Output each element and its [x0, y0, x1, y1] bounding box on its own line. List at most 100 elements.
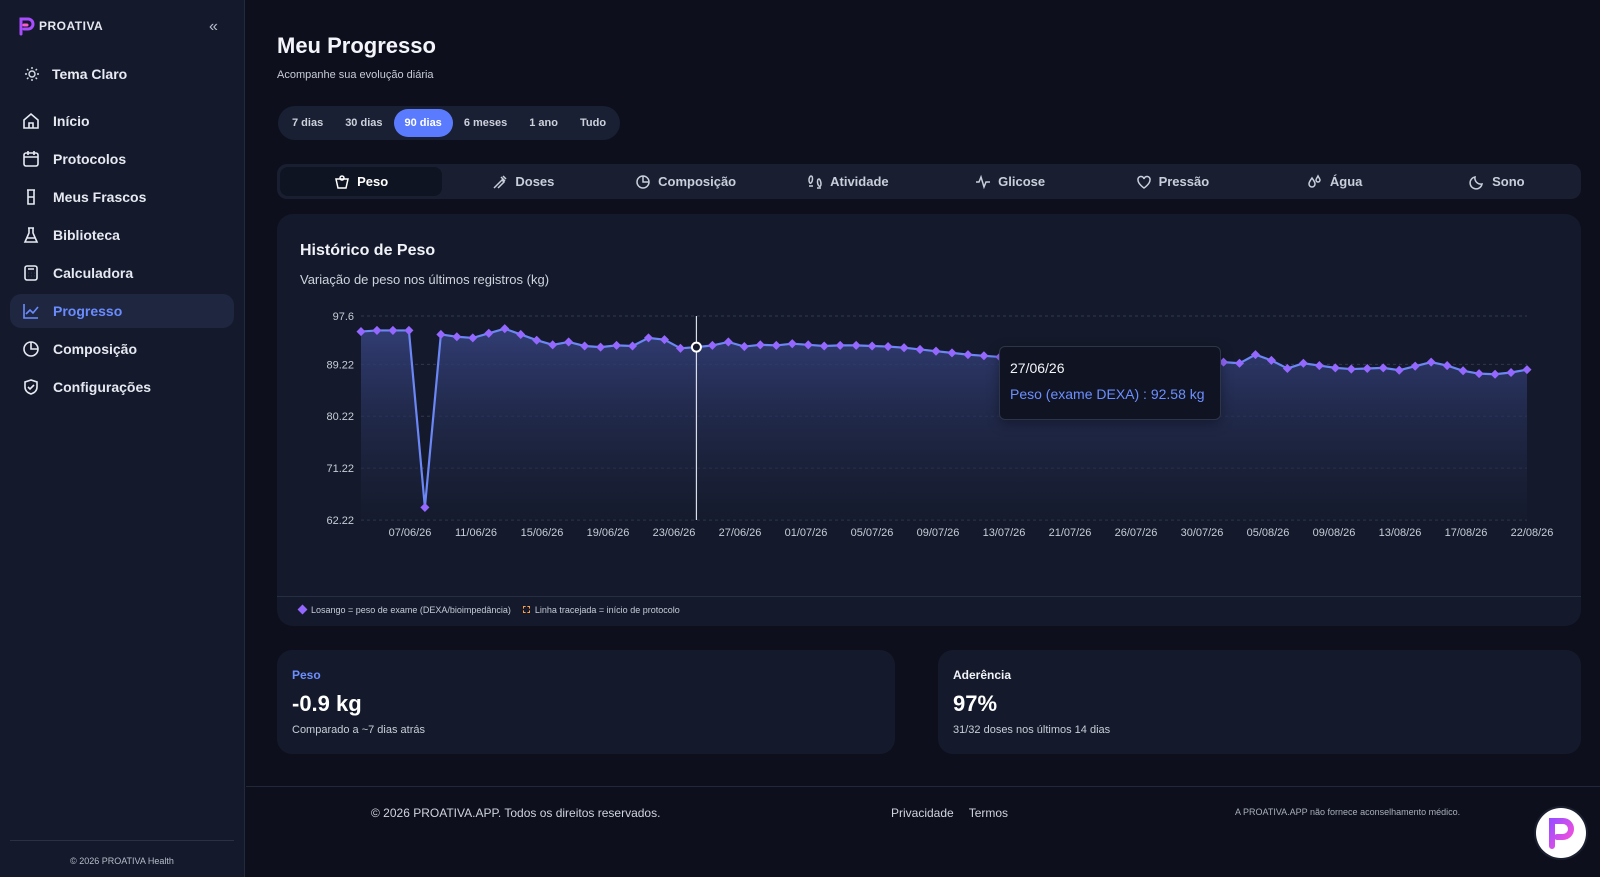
line-chart-icon [23, 304, 39, 319]
stat-value: 97% [953, 691, 998, 716]
tab-composicao[interactable]: Composição [605, 167, 767, 196]
x-tick-label: 05/08/26 [1247, 527, 1290, 539]
shield-icon [24, 379, 38, 395]
sidebar: PROATIVA « Tema Claro Início Protocolos … [0, 0, 245, 877]
stat-caption: Comparado a ~7 dias atrás [292, 724, 425, 736]
terms-link[interactable]: Termos [969, 806, 1008, 820]
x-tick-label: 27/06/26 [719, 527, 762, 539]
period-7-days[interactable]: 7 dias [281, 109, 334, 137]
theme-toggle[interactable]: Tema Claro [24, 66, 127, 82]
flask-icon [23, 227, 39, 243]
sidebar-nav: Início Protocolos Meus Frascos Bibliotec… [10, 104, 234, 408]
pie-chart-icon [23, 341, 39, 357]
x-tick-label: 13/08/26 [1379, 527, 1422, 539]
tab-agua[interactable]: Água [1254, 167, 1416, 196]
sidebar-item-label: Protocolos [53, 151, 127, 167]
period-selector: 7 dias 30 dias 90 dias 6 meses 1 ano Tud… [278, 106, 621, 140]
x-tick-label: 26/07/26 [1115, 527, 1158, 539]
privacy-link[interactable]: Privacidade [891, 806, 954, 820]
app-logo[interactable]: PROATIVA [18, 16, 103, 36]
tooltip-value: Peso (exame DEXA) : 92.58 kg [1010, 386, 1205, 402]
legend-dashed-label: Linha tracejada = início de protocolo [534, 605, 680, 615]
x-tick-label: 23/06/26 [653, 527, 696, 539]
sidebar-item-inicio[interactable]: Início [10, 104, 234, 138]
home-icon [23, 112, 39, 129]
metric-tabs: Peso Doses Composição Atividade Glicose … [277, 164, 1581, 199]
period-6-months[interactable]: 6 meses [453, 109, 518, 137]
proativa-logo-icon [19, 17, 35, 36]
stat-label: Peso [292, 668, 321, 682]
tab-pressao[interactable]: Pressão [1091, 167, 1253, 196]
weight-stat-card: Peso -0.9 kg Comparado a ~7 dias atrás [277, 650, 895, 754]
footprints-icon [808, 174, 822, 189]
chart-legend: Losango = peso de exame (DEXA/bioimpedân… [277, 596, 1581, 623]
tab-label: Água [1329, 174, 1363, 189]
x-tick-label: 19/06/26 [587, 527, 630, 539]
sidebar-item-label: Calculadora [53, 265, 134, 281]
proativa-floating-button[interactable] [1536, 808, 1586, 858]
sidebar-item-protocolos[interactable]: Protocolos [10, 142, 234, 176]
y-tick-label: 97.6 [333, 311, 354, 323]
stat-value: -0.9 kg [292, 691, 362, 716]
vial-icon [27, 189, 35, 205]
footer-copyright: © 2026 PROATIVA.APP. Todos os direitos r… [371, 806, 661, 820]
period-30-days[interactable]: 30 dias [334, 109, 393, 137]
brand-name: PROATIVA [39, 19, 104, 33]
sidebar-item-composicao[interactable]: Composição [10, 332, 234, 366]
sun-icon [25, 67, 39, 81]
x-tick-label: 09/07/26 [917, 527, 960, 539]
footer-links: Privacidade Termos [891, 806, 1008, 820]
x-tick-label: 30/07/26 [1181, 527, 1224, 539]
period-1-year[interactable]: 1 ano [518, 109, 569, 137]
period-all[interactable]: Tudo [569, 109, 617, 137]
y-tick-label: 80.22 [326, 411, 354, 423]
footer-disclaimer: A PROATIVA.APP não fornece aconselhament… [1235, 807, 1461, 817]
tab-sono[interactable]: Sono [1416, 167, 1578, 196]
tab-label: Peso [357, 174, 389, 189]
droplets-icon [1308, 173, 1321, 188]
sidebar-item-label: Configurações [53, 379, 152, 395]
tab-label: Pressão [1158, 174, 1210, 189]
period-90-days[interactable]: 90 dias [393, 109, 453, 137]
weight-chart[interactable]: 97.6 89.22 80.22 71.22 62.22 07/06/26 11/06/26… [277, 214, 1581, 626]
sidebar-item-label: Biblioteca [53, 227, 120, 243]
legend-dashed: Linha tracejada = início de protocolo [522, 605, 680, 615]
sidebar-item-biblioteca[interactable]: Biblioteca [10, 218, 234, 252]
stat-caption: 31/32 doses nos últimos 14 dias [953, 724, 1111, 736]
tab-label: Composição [658, 174, 737, 189]
y-tick-label: 89.22 [326, 359, 354, 371]
collapse-sidebar-icon[interactable]: « [209, 19, 218, 35]
sidebar-item-meus-frascos[interactable]: Meus Frascos [10, 180, 234, 214]
pulse-icon [976, 174, 991, 189]
page-footer: © 2026 PROATIVA.APP. Todos os direitos r… [246, 786, 1600, 877]
x-tick-label: 07/06/26 [389, 527, 432, 539]
calendar-icon [23, 151, 39, 167]
tab-peso[interactable]: Peso [280, 167, 443, 196]
tab-atividade[interactable]: Atividade [767, 167, 929, 196]
stat-label: Aderência [953, 668, 1012, 682]
sidebar-item-label: Meus Frascos [53, 189, 147, 205]
x-tick-label: 22/08/26 [1511, 527, 1554, 539]
x-tick-label: 15/06/26 [521, 527, 564, 539]
sidebar-item-progresso[interactable]: Progresso [10, 294, 234, 328]
x-tick-label: 13/07/26 [983, 527, 1026, 539]
area-fill [361, 328, 1527, 520]
sidebar-item-label: Composição [53, 341, 138, 357]
moon-icon [1469, 175, 1484, 190]
page-subtitle: Acompanhe sua evolução diária [277, 69, 434, 81]
page-title: Meu Progresso [277, 33, 436, 58]
theme-label: Tema Claro [52, 66, 128, 82]
tooltip-date: 27/06/26 [1010, 360, 1065, 376]
tab-glicose[interactable]: Glicose [929, 167, 1091, 196]
sidebar-item-label: Início [53, 113, 90, 129]
adherence-stat-card: Aderência 97% 31/32 doses nos últimos 14… [938, 650, 1581, 754]
diamond-icon [297, 604, 308, 615]
sidebar-footer: © 2026 PROATIVA Health [10, 840, 234, 866]
sidebar-item-label: Progresso [53, 303, 123, 319]
sidebar-item-configuracoes[interactable]: Configurações [10, 370, 234, 404]
tab-label: Sono [1492, 174, 1525, 189]
tab-doses[interactable]: Doses [442, 167, 604, 196]
x-tick-label: 09/08/26 [1313, 527, 1356, 539]
sidebar-item-calculadora[interactable]: Calculadora [10, 256, 234, 290]
chart-tooltip: 27/06/26 Peso (exame DEXA) : 92.58 kg [999, 346, 1221, 420]
